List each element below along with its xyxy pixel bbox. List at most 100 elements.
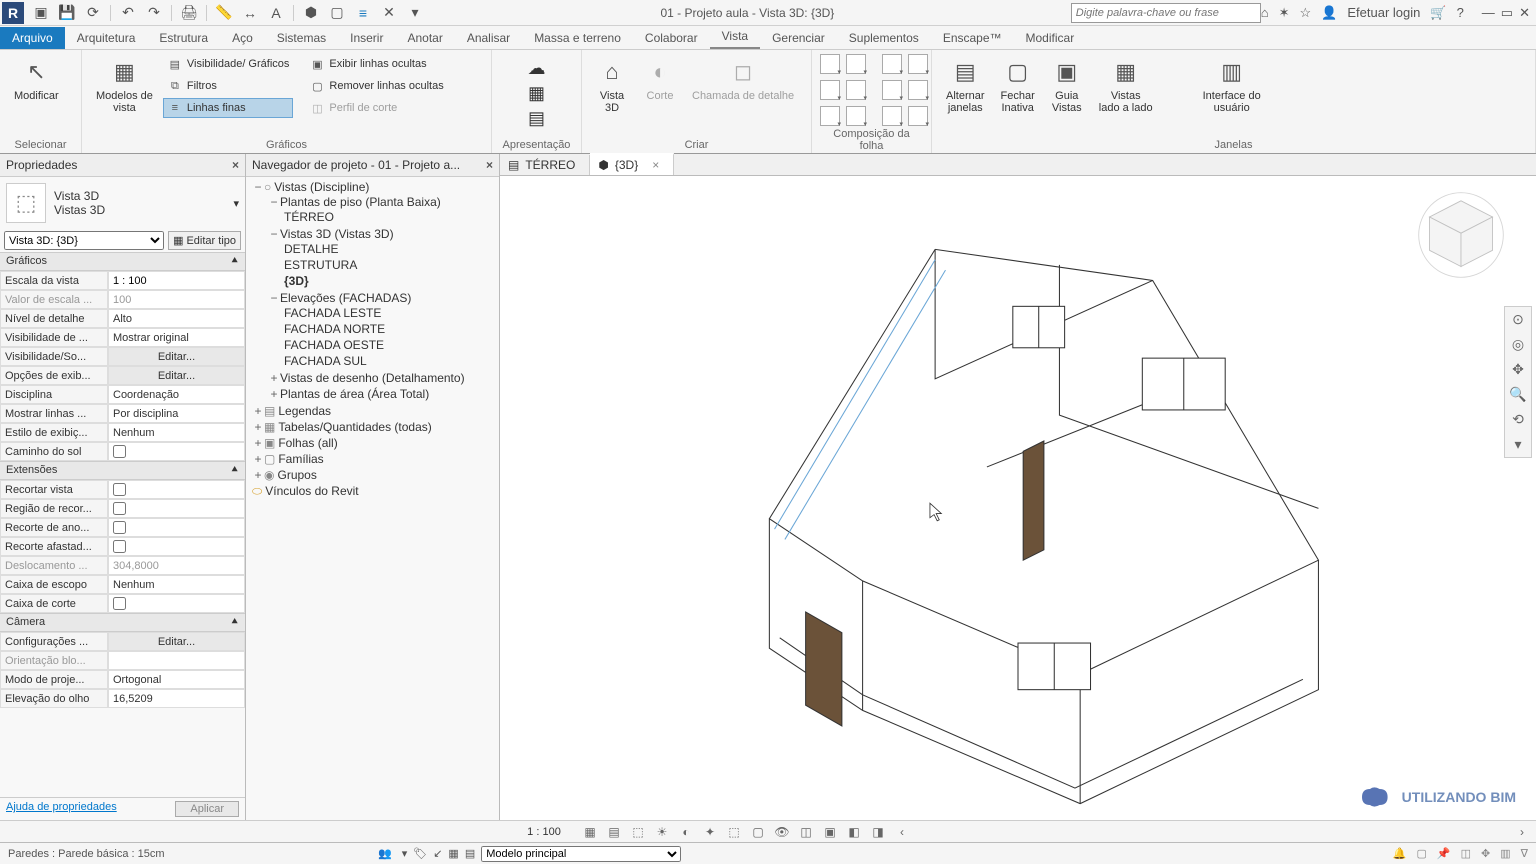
leader-icon[interactable]: ↙	[433, 847, 442, 860]
filters-button[interactable]: ⧉Filtros	[163, 76, 294, 96]
tab-sistemas[interactable]: Sistemas	[265, 27, 338, 49]
tab-estrutura[interactable]: Estrutura	[147, 27, 220, 49]
sheet-comp-1[interactable]	[820, 54, 840, 74]
look-icon[interactable]: ▾	[1514, 436, 1521, 453]
select-pinned-icon[interactable]: 📌	[1437, 847, 1451, 860]
tab-close-icon[interactable]: ×	[652, 158, 659, 172]
tab-aco[interactable]: Aço	[220, 27, 265, 49]
tree-item-detalhe[interactable]: DETALHE	[284, 242, 338, 256]
editable-icon[interactable]: ▤	[465, 847, 475, 860]
tree-item-tabelas[interactable]: Tabelas/Quantidades (todas)	[278, 420, 431, 434]
design-option-select[interactable]: Modelo principal	[481, 846, 681, 862]
filter-count-icon[interactable]: ∇	[1521, 847, 1528, 860]
sheet-comp-6[interactable]	[846, 106, 866, 126]
sun-path-icon[interactable]: ☀	[654, 824, 670, 840]
tree-item-3d[interactable]: {3D}	[284, 274, 309, 288]
filter-status-icon[interactable]: 🔔	[1393, 847, 1407, 860]
ui-button[interactable]: ▥Interface do usuário	[1197, 54, 1267, 116]
tree-item-folhas[interactable]: Folhas (all)	[278, 436, 337, 450]
scale-display[interactable]: 1 : 100	[514, 826, 574, 838]
sheet-comp-10[interactable]	[908, 80, 928, 100]
nav-right-icon[interactable]: ›	[1514, 824, 1530, 840]
drag-icon[interactable]: ✥	[1481, 847, 1490, 860]
pan-icon[interactable]: ✥	[1512, 361, 1524, 378]
remove-hidden-button[interactable]: ▢Remover linhas ocultas	[305, 76, 447, 96]
show-hidden-button[interactable]: ▣Exibir linhas ocultas	[305, 54, 447, 74]
browser-close-icon[interactable]: ×	[486, 158, 493, 172]
worksharing-icon[interactable]: 👥	[378, 847, 392, 860]
sun-path-checkbox[interactable]	[108, 442, 245, 461]
gallery-icon[interactable]: ▦	[528, 83, 545, 104]
tree-item-area[interactable]: Plantas de área (Área Total)	[280, 387, 429, 401]
help-icon[interactable]: ?	[1457, 5, 1464, 20]
viewcube[interactable]	[1416, 190, 1506, 280]
crop-region-checkbox[interactable]	[108, 499, 245, 518]
tree-item-estrutura[interactable]: ESTRUTURA	[284, 258, 357, 272]
tree-item-leste[interactable]: FACHADA LESTE	[284, 306, 381, 320]
redo-icon[interactable]: ↷	[145, 4, 163, 22]
communicate-icon[interactable]: ✶	[1279, 5, 1290, 21]
thin-lines-icon[interactable]: ≡	[354, 4, 372, 22]
tree-item-vinculos[interactable]: Vínculos do Revit	[265, 484, 358, 498]
tab-gerenciar[interactable]: Gerenciar	[760, 27, 837, 49]
tree-item-familias[interactable]: Famílias	[278, 452, 323, 466]
3d-icon[interactable]: ⬢	[302, 4, 320, 22]
close-inactive-button[interactable]: ▢Fechar Inativa	[995, 54, 1041, 116]
tree-item-oeste[interactable]: FACHADA OESTE	[284, 338, 384, 352]
switch-windows-icon[interactable]: ▾	[406, 4, 424, 22]
render-icon[interactable]: ☁	[528, 58, 546, 79]
scale-input[interactable]	[108, 271, 245, 290]
crop-view-checkbox[interactable]	[108, 480, 245, 499]
switch-windows-button[interactable]: ▤Alternar janelas	[940, 54, 991, 116]
search-input[interactable]	[1071, 3, 1261, 23]
section-icon[interactable]: ▢	[328, 4, 346, 22]
tab-suplementos[interactable]: Suplementos	[837, 27, 931, 49]
zoom-icon[interactable]: 🔍	[1509, 386, 1526, 403]
open-icon[interactable]: ▣	[32, 4, 50, 22]
tab-inserir[interactable]: Inserir	[338, 27, 395, 49]
orbit-icon[interactable]: ⟲	[1512, 411, 1524, 428]
restore-icon[interactable]: ▭	[1501, 5, 1513, 21]
unhide-icon[interactable]: 👁	[774, 824, 790, 840]
close-icon[interactable]: ✕	[1519, 5, 1530, 21]
background-icon[interactable]: ▥	[1500, 847, 1510, 860]
favorite-icon[interactable]: ☆	[1300, 5, 1312, 21]
display-options-button[interactable]: Editar...	[108, 366, 245, 385]
tree-item-desenho[interactable]: Vistas de desenho (Detalhamento)	[280, 371, 465, 385]
sync-icon[interactable]: ⟳	[84, 4, 102, 22]
apply-button[interactable]: Aplicar	[175, 801, 239, 817]
properties-close-icon[interactable]: ×	[232, 158, 239, 172]
tab-modificar[interactable]: Modificar	[1014, 27, 1087, 49]
3dview-button[interactable]: ⌂ Vista 3D	[590, 54, 634, 116]
view-templates-button[interactable]: ▦ Modelos de vista	[90, 54, 159, 116]
sheet-comp-3[interactable]	[820, 80, 840, 100]
dimension-icon[interactable]: ↔	[241, 4, 259, 22]
sheet-comp-9[interactable]	[882, 80, 902, 100]
reveal-icon[interactable]: ▣	[822, 824, 838, 840]
close-inactive-icon[interactable]: ✕	[380, 4, 398, 22]
sheet-comp-4[interactable]	[846, 80, 866, 100]
detail-level[interactable]: Alto	[108, 309, 245, 328]
type-dropdown-icon[interactable]: ▾	[233, 197, 239, 210]
sheet-comp-5[interactable]	[820, 106, 840, 126]
full-nav-icon[interactable]: ⊙	[1512, 311, 1524, 328]
user-icon[interactable]: 👤	[1321, 5, 1337, 21]
exchange-icon[interactable]: 🛒	[1430, 5, 1446, 21]
view-tab-terreo[interactable]: ▤TÉRREO	[500, 155, 590, 175]
select-elements-icon[interactable]: ▢	[1417, 847, 1427, 860]
tab-analisar[interactable]: Analisar	[455, 27, 522, 49]
model-graphics-icon[interactable]: ▦	[582, 824, 598, 840]
vg-edit-button[interactable]: Editar...	[108, 347, 245, 366]
visibility-graphics-button[interactable]: ▤Visibilidade/ Gráficos	[163, 54, 294, 74]
measure-icon[interactable]: 📏	[215, 4, 233, 22]
select-face-icon[interactable]: ◫	[1461, 847, 1471, 860]
text-icon[interactable]: A	[267, 4, 285, 22]
tree-item-norte[interactable]: FACHADA NORTE	[284, 322, 385, 336]
sheet-comp-7[interactable]	[882, 54, 902, 74]
tab-views-button[interactable]: ▣Guia Vistas	[1045, 54, 1089, 116]
tree-item-terreo[interactable]: TÉRREO	[284, 210, 334, 224]
tab-arquivo[interactable]: Arquivo	[0, 27, 65, 49]
undo-icon[interactable]: ↶	[119, 4, 137, 22]
sheet-comp-2[interactable]	[846, 54, 866, 74]
tab-massa[interactable]: Massa e terreno	[522, 27, 633, 49]
